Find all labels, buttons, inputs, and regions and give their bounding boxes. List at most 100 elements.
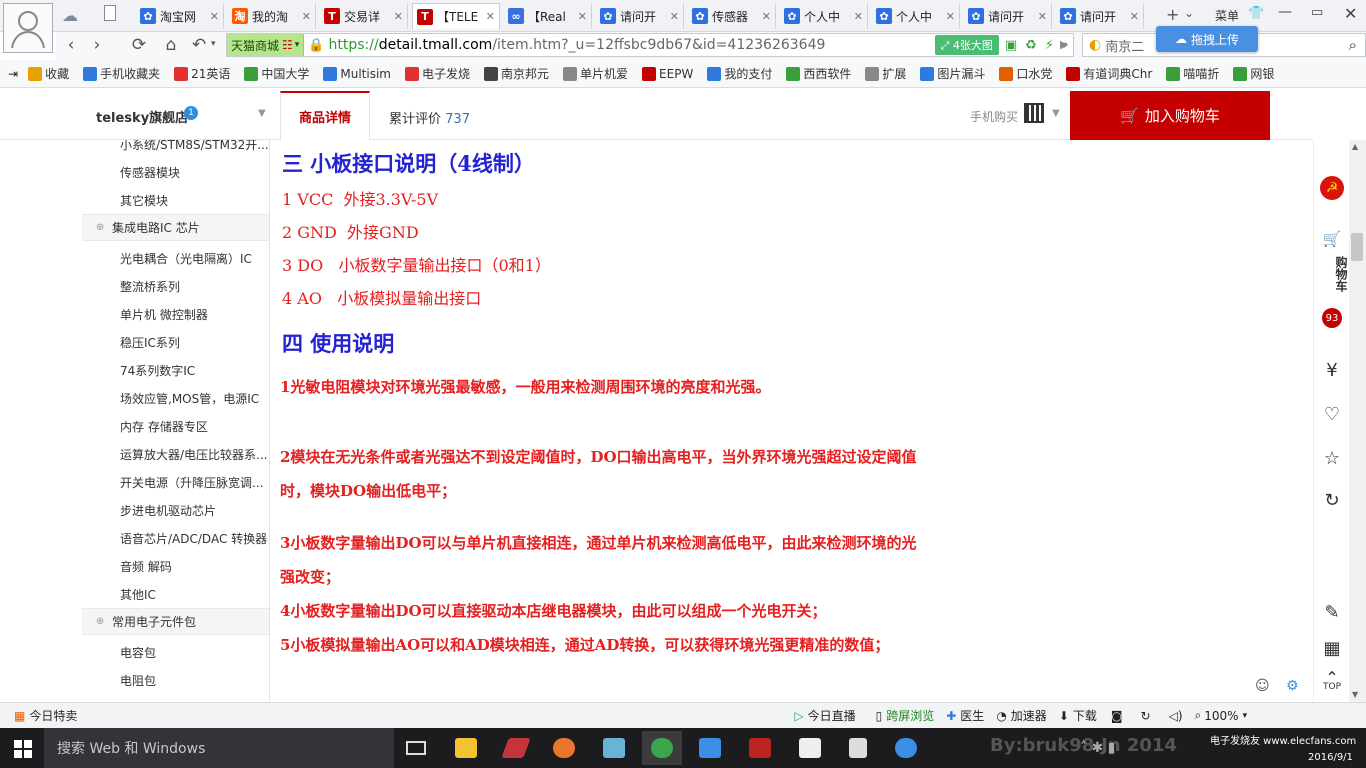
windows-start-icon[interactable] — [14, 740, 32, 758]
browser-tab[interactable]: ∞ 【Real ✕ — [504, 3, 592, 29]
expand-icon[interactable]: ⊕ — [96, 616, 104, 627]
recycle-icon[interactable]: ♻ — [1025, 38, 1037, 53]
search-icon[interactable]: ⌕ — [1349, 36, 1357, 54]
star-icon[interactable]: ☆ — [1314, 448, 1350, 469]
accelerator-link[interactable]: 加速器 — [1011, 707, 1047, 724]
zoom-level[interactable]: 100% — [1204, 709, 1238, 723]
scrollbar[interactable] — [1349, 140, 1366, 702]
close-icon[interactable]: ✕ — [854, 10, 863, 23]
category-item[interactable]: 稳压IC系列 — [120, 334, 268, 351]
category-item[interactable]: 场效应管,MOS管，电源IC — [120, 390, 268, 407]
category-item[interactable]: 步进电机驱动芯片 — [120, 502, 268, 519]
screen-browse-link[interactable]: 跨屏浏览 — [886, 707, 934, 724]
home-button[interactable]: ⌂ — [160, 34, 182, 56]
history-icon[interactable]: ↻ — [1314, 490, 1350, 511]
category-item[interactable]: 开关电源（升降压脉宽调... — [120, 474, 268, 491]
mobile-buy-link[interactable]: 手机购买 — [970, 108, 1018, 125]
feedback-icon[interactable]: ☺ — [1255, 678, 1270, 694]
big-image-button[interactable]: ⤢ 4张大图 — [934, 35, 999, 55]
bookmark-item[interactable]: 我的支付 — [707, 65, 772, 82]
category-item[interactable]: 传感器模块 — [120, 164, 268, 181]
close-icon[interactable]: ✕ — [1038, 10, 1047, 23]
category-group-header[interactable]: ⊕ 常用电子元件包 — [82, 608, 269, 635]
tablet-icon[interactable] — [594, 731, 634, 765]
browser-tab[interactable]: ✿ 请问开 ✕ — [1056, 3, 1144, 29]
app-icon[interactable] — [496, 731, 536, 765]
category-item[interactable]: 音频 解码 — [120, 558, 268, 575]
back-button[interactable]: ‹ — [60, 34, 82, 56]
cloud-icon[interactable]: ☁ — [62, 6, 78, 25]
close-icon[interactable]: ✕ — [486, 10, 495, 23]
bookmark-item[interactable]: 口水党 — [999, 65, 1052, 82]
close-icon[interactable]: ✕ — [762, 10, 771, 23]
taskbar-search-box[interactable]: 搜索 Web 和 Windows — [44, 728, 394, 768]
bookmark-item[interactable]: 扩展 — [865, 65, 906, 82]
bookmark-item[interactable]: Multisim — [323, 66, 391, 81]
bookmark-item[interactable]: 南京邦元 — [484, 65, 549, 82]
url-text[interactable]: https://detail.tmall.com/item.htm?_u=12f… — [329, 37, 935, 53]
user-avatar[interactable] — [3, 3, 53, 53]
category-group-header[interactable]: ⊕ 集成电路IC 芯片 — [82, 214, 269, 241]
close-icon[interactable]: ✕ — [394, 10, 403, 23]
settings-icon[interactable]: ⚙ — [1286, 678, 1299, 694]
bookmark-item[interactable]: EEPW — [642, 66, 693, 81]
chevron-down-icon[interactable]: ▼ — [1052, 108, 1060, 119]
bookmark-item[interactable]: 收藏 — [28, 65, 69, 82]
browser-tab[interactable]: T 交易详 ✕ — [320, 3, 408, 29]
bookmark-item[interactable]: 21英语 — [174, 65, 230, 82]
bookmark-item[interactable]: 电子发烧 — [405, 65, 470, 82]
today-deals-link[interactable]: 今日特卖 — [29, 707, 77, 724]
browser-tab[interactable]: T 【TELE ✕ — [412, 3, 500, 29]
url-bar[interactable]: 天猫商城 ☷ ▾ 🔒 https://detail.tmall.com/item.h… — [226, 33, 1074, 57]
browser-tab[interactable]: ✿ 请问开 ✕ — [596, 3, 684, 29]
forward-button[interactable]: › — [86, 34, 108, 56]
bird-icon[interactable] — [690, 731, 730, 765]
close-icon[interactable]: ✕ — [1130, 10, 1139, 23]
tray-icons[interactable]: ˄ ✱ ▮ — [1080, 740, 1115, 756]
chevron-down-icon[interactable]: ▾ — [211, 39, 216, 49]
yen-icon[interactable]: ¥ — [1314, 360, 1350, 381]
store-name[interactable]: telesky旗舰店 — [96, 107, 188, 126]
browser-tab[interactable]: ✿ 请问开 ✕ — [964, 3, 1052, 29]
sidebar-cart-label[interactable]: 购物车 — [1314, 250, 1350, 298]
heart-icon[interactable]: ♡ — [1314, 404, 1350, 425]
qr-code-icon[interactable] — [1024, 103, 1044, 123]
tab-reviews[interactable]: 累计评价 737 — [389, 108, 470, 127]
scroll-up-arrow[interactable]: ▲ — [1352, 142, 1358, 151]
circuit-icon[interactable] — [740, 731, 780, 765]
sidebar-toggle-icon[interactable]: ⇥ — [8, 67, 18, 81]
minimize-button[interactable]: — — [1278, 4, 1292, 20]
site-button[interactable]: 天猫商城 ☷ ▾ — [227, 34, 305, 56]
close-icon[interactable]: ✕ — [670, 10, 679, 23]
calculator-icon[interactable] — [838, 731, 878, 765]
bookmark-item[interactable]: 有道词典Chr — [1066, 65, 1152, 82]
scroll-down-arrow[interactable]: ▼ — [1352, 690, 1358, 699]
scrollbar-thumb[interactable] — [1351, 233, 1363, 261]
close-icon[interactable]: ✕ — [210, 10, 219, 23]
bookmark-item[interactable]: 手机收藏夹 — [83, 65, 160, 82]
bookmark-item[interactable]: 网银 — [1233, 65, 1274, 82]
back-to-top-label[interactable]: TOP — [1314, 682, 1350, 692]
browser-tab[interactable]: ✿ 个人中 ✕ — [872, 3, 960, 29]
browser-tab[interactable]: ✿ 淘宝网 ✕ — [136, 3, 224, 29]
bookmark-item[interactable]: 中国大学 — [244, 65, 309, 82]
tab-product-details[interactable]: 商品详情 — [280, 91, 370, 140]
bookmark-item[interactable]: 西西软件 — [786, 65, 851, 82]
bookmark-item[interactable]: 喵喵折 — [1166, 65, 1219, 82]
cloud-app-icon[interactable] — [886, 731, 926, 765]
new-tab-button[interactable]: + — [1166, 5, 1179, 24]
category-item[interactable]: 电阻包 — [120, 672, 268, 689]
category-item[interactable]: 其他IC — [120, 586, 268, 603]
category-item[interactable]: 小系统/STM8S/STM32开... — [120, 140, 268, 153]
refresh-button[interactable]: ⟳ — [128, 34, 150, 56]
chevron-down-icon[interactable]: ▾ — [1243, 711, 1248, 721]
browser-tab[interactable]: ✿ 个人中 ✕ — [780, 3, 868, 29]
category-item[interactable]: 74系列数字IC — [120, 362, 268, 379]
category-item[interactable]: 光电耦合（光电隔离）IC — [120, 250, 268, 267]
office-icon[interactable] — [544, 731, 584, 765]
emblem-icon[interactable]: ☭ — [1314, 176, 1350, 200]
sound-icon[interactable]: ◁) — [1169, 709, 1183, 723]
cart-icon[interactable]: 🛒 — [1314, 230, 1350, 248]
add-to-cart-button[interactable]: 🛒 加入购物车 — [1070, 91, 1270, 140]
browser-360-icon[interactable] — [642, 731, 682, 765]
